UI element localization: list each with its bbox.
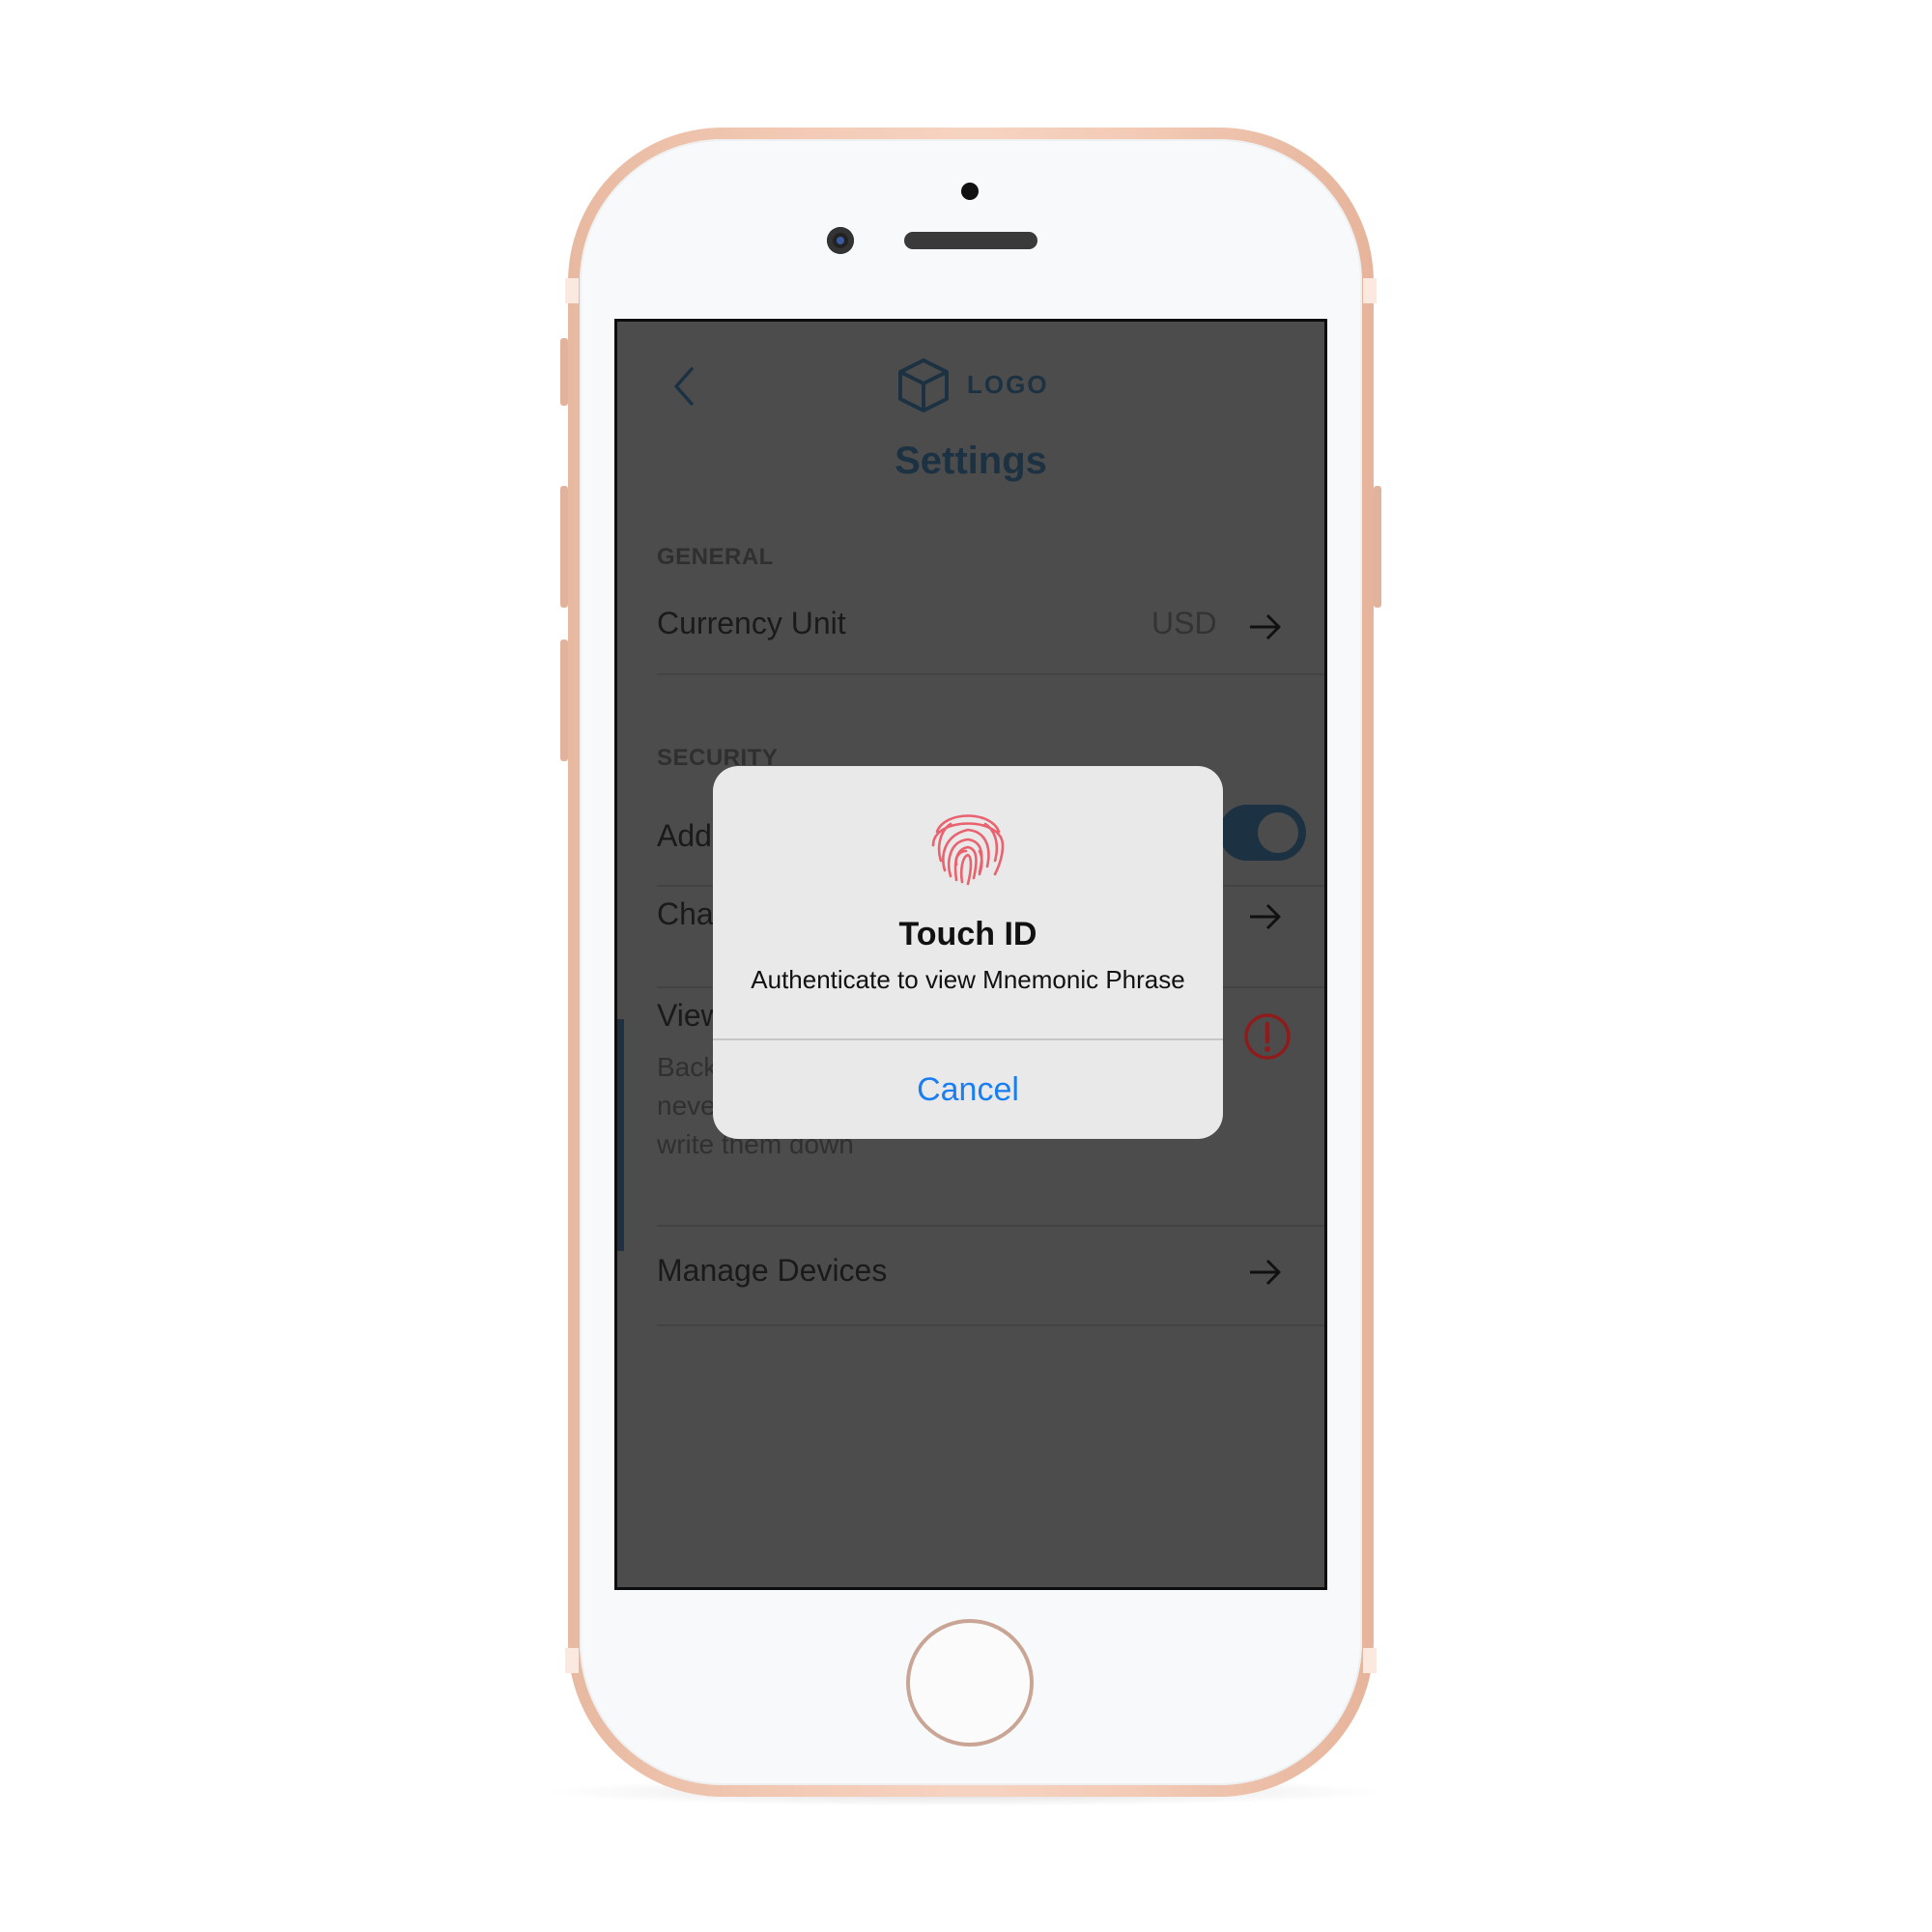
arrow-right-icon xyxy=(1250,903,1281,930)
cancel-button[interactable]: Cancel xyxy=(713,1040,1223,1139)
view-mnemonic-desc-line: Back xyxy=(657,1052,718,1082)
dialog-message: Authenticate to view Mnemonic Phrase xyxy=(751,965,1185,994)
divider xyxy=(657,1225,1324,1227)
earpiece-speaker xyxy=(904,232,1037,249)
logo-text: LOGO xyxy=(967,370,1049,399)
exclamation-circle-icon xyxy=(1244,1013,1291,1060)
currency-unit-value: USD xyxy=(1151,606,1217,640)
divider xyxy=(657,1324,1324,1326)
touch-id-label: Add xyxy=(657,818,712,853)
touch-id-toggle[interactable] xyxy=(1219,805,1306,861)
manage-devices-label[interactable]: Manage Devices xyxy=(657,1253,887,1289)
arrow-right-icon xyxy=(1250,613,1281,640)
divider xyxy=(657,673,1324,675)
antenna-band xyxy=(1363,278,1377,303)
antenna-band xyxy=(565,1648,579,1673)
arrow-right-icon xyxy=(1250,1259,1281,1286)
change-pin-row-arrow[interactable] xyxy=(1246,899,1285,939)
home-button[interactable] xyxy=(906,1619,1034,1747)
power-button[interactable] xyxy=(1374,486,1381,608)
antenna-band xyxy=(565,278,579,303)
volume-down-button[interactable] xyxy=(560,639,568,761)
dialog-title: Touch ID xyxy=(898,916,1037,952)
proximity-sensor xyxy=(961,183,979,200)
logo xyxy=(896,356,951,419)
volume-up-button[interactable] xyxy=(560,486,568,608)
page-title: Settings xyxy=(895,440,1047,482)
antenna-band xyxy=(1363,1648,1377,1673)
currency-unit-label[interactable]: Currency Unit xyxy=(657,606,846,641)
fingerprint-icon xyxy=(927,803,1009,893)
touch-id-dialog: Touch ID Authenticate to view Mnemonic P… xyxy=(713,766,1223,1139)
section-header-general: GENERAL xyxy=(657,544,774,570)
cube-icon xyxy=(898,358,949,412)
currency-unit-row-arrow[interactable] xyxy=(1246,610,1285,649)
back-button[interactable] xyxy=(670,365,697,412)
chevron-left-icon xyxy=(674,367,694,406)
mute-switch[interactable] xyxy=(560,338,568,406)
toggle-knob xyxy=(1254,809,1302,857)
warning-indicator xyxy=(1242,1011,1293,1066)
row-accent-bar xyxy=(617,1019,624,1251)
manage-devices-row-arrow[interactable] xyxy=(1246,1255,1285,1294)
front-camera xyxy=(827,227,854,254)
